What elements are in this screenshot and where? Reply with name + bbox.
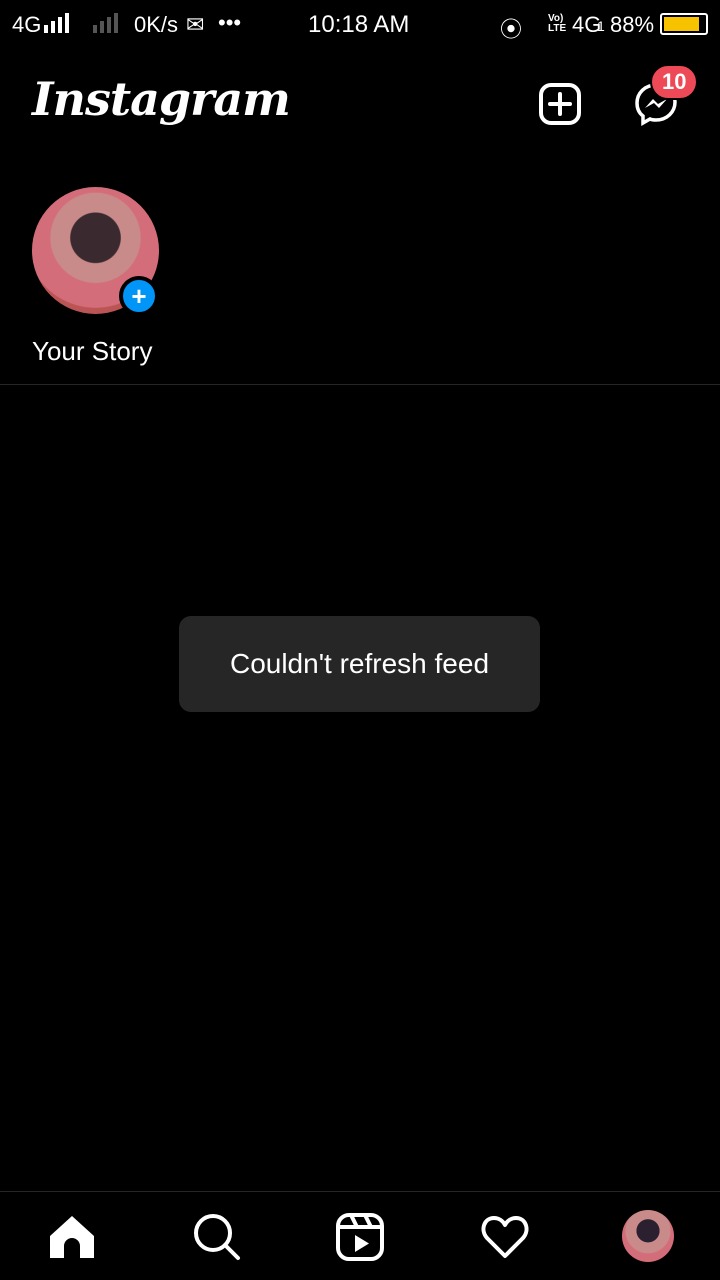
network-type: 4G — [12, 12, 42, 37]
nav-search[interactable] — [192, 1212, 242, 1262]
volte-icon: Vo) LTE — [548, 13, 567, 34]
battery-percent: 88% — [610, 12, 655, 37]
bottom-nav — [0, 1192, 720, 1280]
messages-badge: 10 — [650, 64, 699, 100]
nav-home[interactable] — [47, 1212, 97, 1262]
signal-2-icon — [93, 13, 118, 33]
search-icon — [194, 1214, 240, 1260]
nav-activity[interactable] — [480, 1212, 530, 1262]
more-icon: ••• — [218, 10, 242, 35]
home-icon — [50, 1216, 94, 1258]
toast-text: Couldn't refresh feed — [229, 648, 490, 679]
battery-icon — [660, 13, 708, 35]
reels-icon — [336, 1213, 384, 1261]
clock: 10:18 AM — [308, 11, 410, 38]
signal-icon — [44, 13, 69, 33]
network-speed: 0K/s — [134, 12, 179, 37]
toast-message: Couldn't refresh feed — [179, 616, 540, 712]
instagram-logo[interactable]: Instagram — [32, 72, 291, 126]
bluetooth-icon: ⦿ — [500, 17, 523, 42]
plus-square-icon — [539, 83, 581, 125]
nav-reels[interactable] — [335, 1212, 385, 1262]
nav-profile-avatar[interactable] — [622, 1210, 674, 1262]
heart-icon — [481, 1216, 529, 1258]
mail-icon: ✉ — [186, 12, 205, 37]
your-story-label: Your Story — [32, 336, 153, 366]
sim-number: 1 — [597, 18, 605, 34]
divider — [0, 384, 720, 385]
new-post-button[interactable] — [538, 82, 582, 126]
status-bar: 4G 0K/s ✉ ••• 10:18 AM ⦿ Vo) LTE 4G 1 88… — [0, 0, 720, 50]
add-story-button[interactable]: + — [119, 276, 159, 316]
